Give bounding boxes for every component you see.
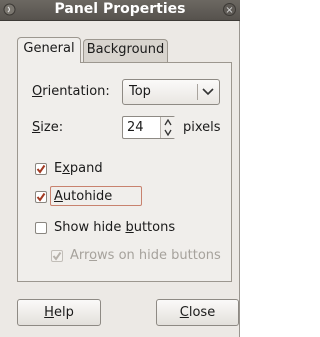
checkmark-icon — [52, 251, 62, 261]
window-close-icon[interactable]: × — [223, 3, 236, 16]
orientation-combo[interactable]: Top — [122, 79, 220, 105]
arrows-on-hide-buttons-checkbox[interactable] — [51, 250, 63, 262]
show-hide-buttons-checkbox[interactable] — [35, 222, 47, 234]
chevron-down-icon — [202, 88, 214, 96]
tab-background[interactable]: Background — [83, 39, 168, 63]
combo-separator — [197, 84, 198, 100]
help-button[interactable]: Help — [17, 299, 101, 326]
checkmark-icon — [36, 192, 46, 202]
orientation-value: Top — [129, 84, 151, 99]
tab-general[interactable]: General — [17, 37, 81, 63]
size-unit: pixels — [183, 120, 221, 135]
autohide-label[interactable]: Autohide — [54, 189, 112, 204]
close-button[interactable]: Close — [156, 299, 239, 326]
spin-up-icon[interactable] — [164, 119, 172, 126]
show-hide-buttons-label[interactable]: Show hide buttons — [54, 220, 175, 235]
size-label: Size: — [32, 120, 64, 135]
checkmark-icon — [36, 164, 46, 174]
spin-buttons — [160, 117, 175, 138]
spin-down-icon[interactable] — [164, 129, 172, 136]
autohide-checkbox[interactable] — [35, 191, 47, 203]
expand-label[interactable]: Expand — [54, 161, 103, 176]
size-value: 24 — [127, 120, 144, 135]
title-bar[interactable]: Panel Properties × — [0, 0, 240, 21]
panel-properties-dialog: Panel Properties × General Background Or… — [0, 0, 240, 337]
expand-checkbox[interactable] — [35, 163, 47, 175]
orientation-label: Orientation: — [32, 84, 110, 99]
size-spinbutton[interactable]: 24 — [122, 116, 175, 139]
arrows-on-hide-buttons-label[interactable]: Arrows on hide buttons — [70, 248, 221, 263]
window-title: Panel Properties — [54, 1, 186, 17]
